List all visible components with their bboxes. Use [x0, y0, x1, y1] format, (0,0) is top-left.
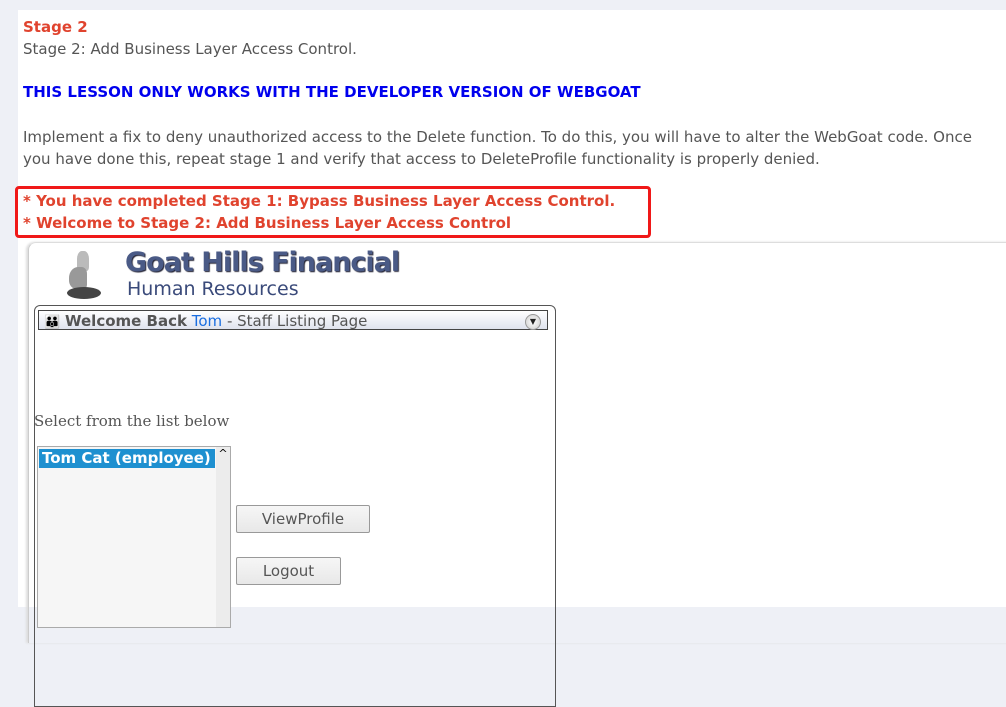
logo-subtitle: Human Resources	[127, 278, 299, 300]
status-messages-box: * You have completed Stage 1: Bypass Bus…	[15, 186, 651, 238]
chevron-up-icon[interactable]: ^	[218, 447, 227, 460]
people-icon: 👪	[44, 315, 61, 330]
welcome-bar: 👪 Welcome Back Tom - Staff Listing Page …	[38, 310, 548, 330]
stage-title: Stage 2	[23, 18, 88, 36]
scrollbar[interactable]: ^	[216, 447, 230, 627]
status-message: * You have completed Stage 1: Bypass Bus…	[23, 192, 616, 210]
employee-listbox[interactable]: Tom Cat (employee) ^	[37, 446, 231, 628]
welcome-prefix: Welcome Back	[65, 312, 187, 330]
lesson-description: Implement a fix to deny unauthorized acc…	[23, 128, 972, 168]
chevron-down-icon[interactable]: ▼	[525, 314, 541, 330]
developer-version-warning: THIS LESSON ONLY WORKS WITH THE DEVELOPE…	[23, 83, 641, 101]
goat-logo-icon	[63, 249, 103, 301]
lesson-content: Stage 2 Stage 2: Add Business Layer Acce…	[15, 10, 1006, 707]
logout-button[interactable]: Logout	[236, 557, 341, 585]
user-name: Tom	[191, 312, 223, 330]
view-profile-button[interactable]: ViewProfile	[236, 505, 370, 533]
select-label: Select from the list below	[34, 412, 230, 430]
welcome-suffix: - Staff Listing Page	[222, 312, 368, 330]
stage-subtitle: Stage 2: Add Business Layer Access Contr…	[23, 40, 357, 58]
status-message: * Welcome to Stage 2: Add Business Layer…	[23, 214, 512, 232]
logo-title: Goat Hills Financial	[125, 247, 400, 278]
list-item[interactable]: Tom Cat (employee)	[39, 449, 215, 468]
